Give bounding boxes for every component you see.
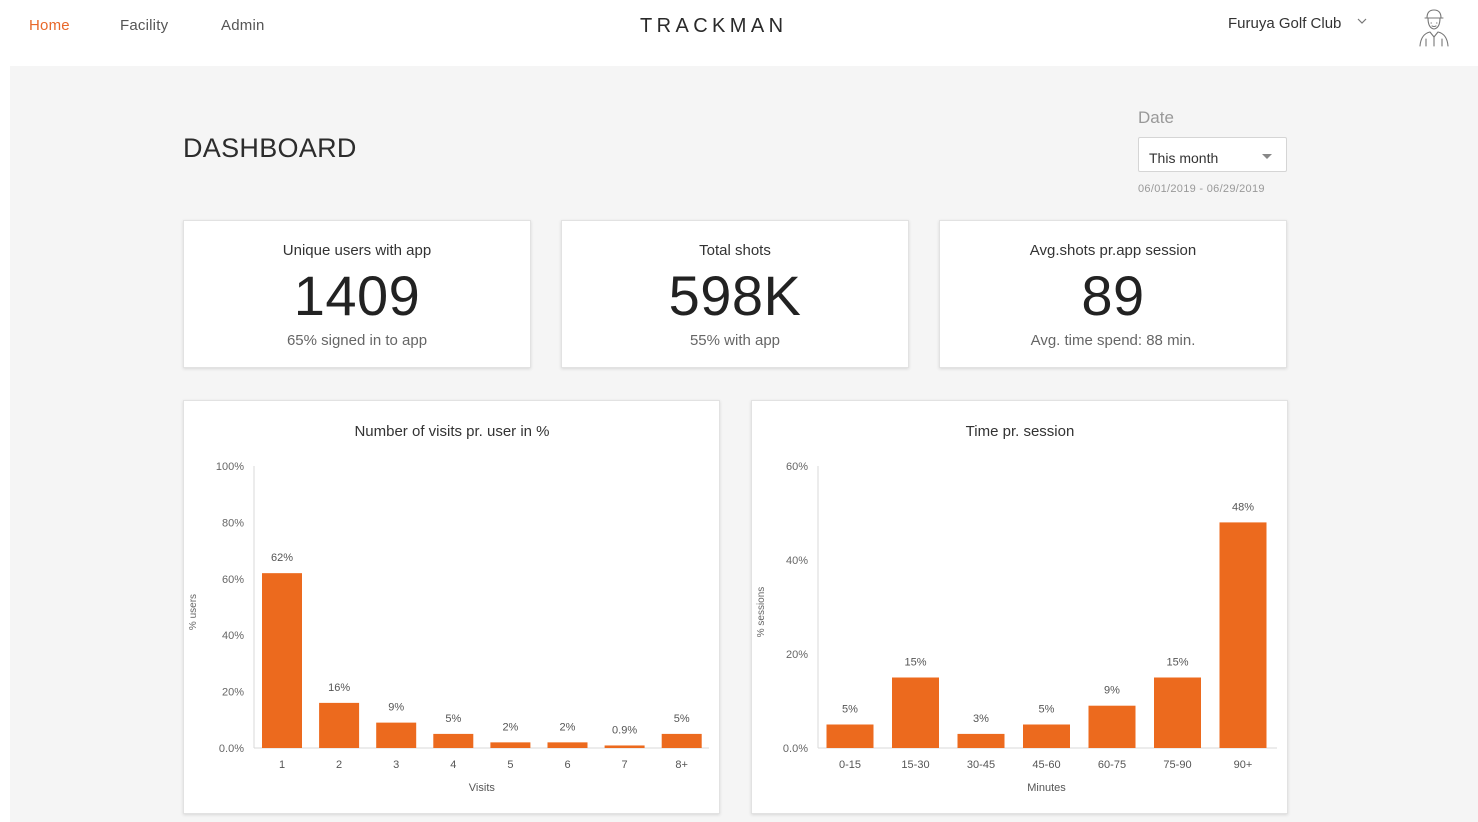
y-tick-label: 60% [786,461,808,473]
y-axis-label: % sessions [756,587,767,638]
x-tick-label: 30-45 [967,759,995,771]
y-axis-label: % users [188,594,199,630]
y-tick-label: 100% [216,461,244,473]
x-axis-label: Visits [469,782,496,794]
chart-bar [604,745,645,748]
nav-admin[interactable]: Admin [221,17,265,34]
chart-bar [262,573,302,748]
bar-value-label: 3% [973,713,989,725]
stat-subtitle: Avg. time spend: 88 min. [1030,332,1196,349]
x-tick-label: 0-15 [839,759,861,771]
bar-value-label: 2% [502,721,518,733]
x-tick-label: 7 [622,759,628,771]
x-tick-label: 8+ [675,759,688,771]
chart-bar [826,724,874,748]
bar-value-label: 48% [1232,501,1254,513]
stat-value: 1409 [293,264,421,327]
y-tick-label: 0.0% [219,743,244,755]
bar-value-label: 62% [271,552,293,564]
stat-card-avg-shots: Avg.shots pr.app session 89 Avg. time sp… [939,220,1287,368]
chart-title: Time pr. session [966,423,1075,440]
bar-value-label: 5% [842,704,858,716]
chart-bar [376,722,417,748]
y-tick-label: 20% [222,687,244,699]
chart-bar [957,733,1005,748]
chevron-down-icon[interactable] [1355,14,1369,28]
x-tick-label: 60-75 [1098,759,1126,771]
nav-home[interactable]: Home [29,17,70,34]
stat-title: Unique users with app [282,242,432,259]
bar-value-label: 0.9% [612,724,637,736]
bar-value-label: 5% [1039,704,1055,716]
chart-bar [319,702,360,748]
bar-value-label: 2% [560,721,576,733]
chart-title: Number of visits pr. user in % [354,423,549,440]
x-tick-label: 90+ [1234,759,1253,771]
stat-title: Avg.shots pr.app session [1029,242,1197,259]
club-selector[interactable]: Furuya Golf Club [1228,15,1341,32]
top-navigation-bar: Home Facility Admin TRACKMAN Furuya Golf… [0,0,1478,64]
chart-card-visits: Number of visits pr. user in % 0.0% 20% 40%… [183,400,720,814]
chart-card-time: Time pr. session 0.0% 20% 40% 60% % sessions 5… [751,400,1288,814]
stat-subtitle: 55% with app [689,332,781,349]
x-tick-label: 5 [507,759,513,771]
golfer-avatar-icon[interactable] [1414,6,1454,48]
chart-bar [1219,522,1267,748]
brand-logo: TRACKMAN [640,15,788,37]
stat-value: 89 [1081,264,1145,327]
date-range-text: 06/01/2019 - 06/29/2019 [1138,183,1265,195]
stat-title: Total shots [699,242,771,259]
y-tick-label: 80% [222,517,244,529]
x-tick-label: 4 [450,759,456,771]
bar-value-label: 15% [904,657,926,669]
chart-bar [1088,705,1136,748]
stat-subtitle: 65% signed in to app [286,332,428,349]
y-tick-label: 20% [786,649,808,661]
stat-card-unique-users: Unique users with app 1409 65% signed in… [183,220,531,368]
x-tick-label: 6 [564,759,570,771]
stat-card-total-shots: Total shots 598K 55% with app [561,220,909,368]
bar-value-label: 16% [328,682,350,694]
chart-bar [1023,724,1070,748]
time-bar-chart: Time pr. session 0.0% 20% 40% 60% % sessions 5… [756,423,1277,794]
x-tick-label: 45-60 [1032,759,1060,771]
caret-down-icon [1262,154,1272,159]
date-label: Date [1138,108,1174,127]
chart-bar [892,677,939,748]
chart-bar [490,742,531,748]
bar-value-label: 5% [674,713,690,725]
y-tick-label: 60% [222,574,244,586]
page-title: DASHBOARD [183,133,357,163]
bar-value-label: 5% [445,713,461,725]
y-tick-label: 0.0% [783,743,808,755]
bar-value-label: 9% [1104,685,1120,697]
date-select-value: This month [1149,150,1219,166]
x-axis-label: Minutes [1027,782,1066,794]
bar-value-label: 15% [1166,657,1188,669]
x-tick-label: 3 [393,759,399,771]
x-tick-label: 1 [279,759,285,771]
nav-facility[interactable]: Facility [120,17,168,34]
visits-bar-chart: Number of visits pr. user in % 0.0% 20% 40%… [188,423,709,794]
chart-bar [433,733,474,748]
chart-bar [547,742,588,748]
chart-bar [1154,677,1201,748]
x-tick-label: 15-30 [901,759,929,771]
x-tick-label: 2 [336,759,342,771]
y-tick-label: 40% [786,555,808,567]
x-tick-label: 75-90 [1163,759,1191,771]
y-tick-label: 40% [222,630,244,642]
bar-value-label: 9% [388,702,404,714]
stat-value: 598K [668,264,802,327]
date-range-select[interactable]: This month [1138,137,1287,172]
chart-bar [661,733,702,748]
